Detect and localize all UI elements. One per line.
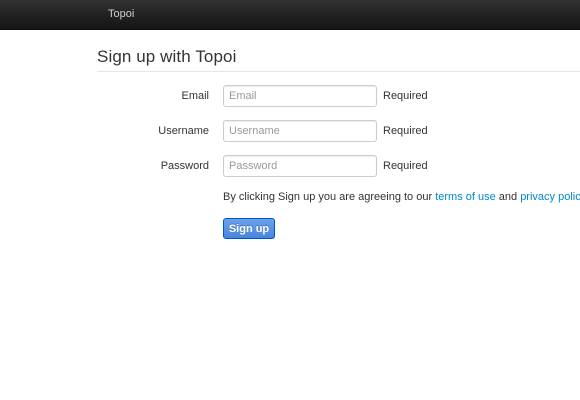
top-navbar: Topoi bbox=[0, 0, 580, 30]
email-required-hint: Required bbox=[383, 90, 428, 102]
title-divider bbox=[97, 71, 580, 72]
terms-agreement-text: By clicking Sign up you are agreeing to … bbox=[223, 191, 580, 203]
email-input[interactable] bbox=[223, 85, 377, 107]
agreement-middle: and bbox=[495, 191, 521, 203]
password-required-hint: Required bbox=[383, 160, 428, 172]
privacy-policy-link[interactable]: privacy policy bbox=[520, 191, 580, 203]
username-input[interactable] bbox=[223, 120, 377, 142]
terms-of-use-link[interactable]: terms of use bbox=[435, 191, 496, 203]
email-row: Email Required bbox=[0, 85, 580, 107]
sign-up-button[interactable]: Sign up bbox=[223, 218, 275, 239]
password-label: Password bbox=[160, 160, 209, 172]
password-input[interactable] bbox=[223, 155, 377, 177]
username-label: Username bbox=[158, 125, 209, 137]
brand-link[interactable]: Topoi bbox=[108, 8, 134, 20]
email-label: Email bbox=[181, 90, 209, 102]
page-title: Sign up with Topoi bbox=[97, 47, 237, 66]
username-required-hint: Required bbox=[383, 125, 428, 137]
username-row: Username Required bbox=[0, 120, 580, 142]
agreement-prefix: By clicking Sign up you are agreeing to … bbox=[223, 191, 436, 203]
password-row: Password Required bbox=[0, 155, 580, 177]
